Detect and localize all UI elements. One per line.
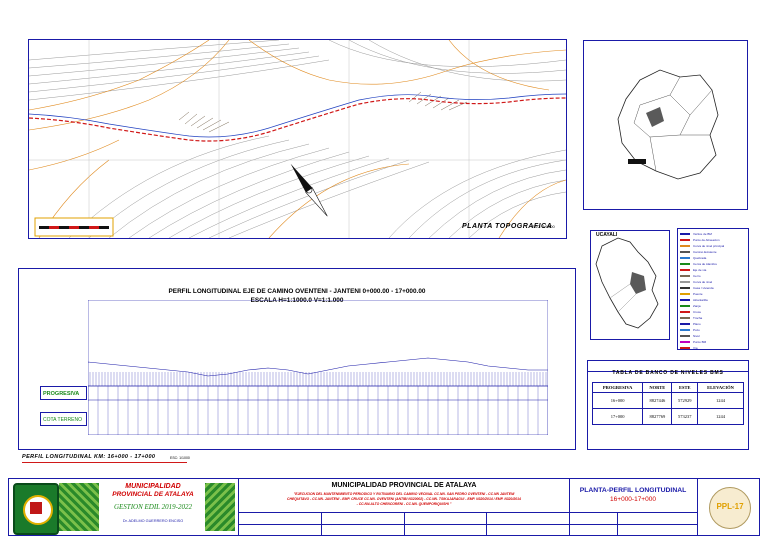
sheet-grid [569, 512, 697, 536]
project-line-1: "EJECUCION DEL MANTENIMIENTO PERIODICO Y… [293, 492, 515, 496]
mayor-name: Dr. ADELMO GUERRERO ENCISO [122, 519, 184, 523]
profile-row-labels: PROGRESIVA COTA TERRENO [40, 386, 88, 436]
sheet-grid-line [569, 524, 697, 525]
sheet-code-badge: PPL-17 [709, 487, 751, 529]
municipality-panel: MUNICIPALIDAD PROVINCIAL DE ATALAYA GEST… [9, 479, 237, 535]
bm-table-header: ESTE [671, 382, 698, 393]
profile-title: PERFIL LONGITUDINAL EJE DE CAMINO OVENTE… [168, 288, 426, 295]
caption-underline [22, 462, 187, 463]
logo-mosaic-left [59, 483, 99, 531]
table-cell: 1244 [696, 408, 745, 425]
info-divider [404, 513, 405, 536]
sheet-block: PLANTA-PERFIL LONGITUDINAL 16+000-17+000… [569, 479, 759, 536]
sheet-number-divider [697, 479, 698, 535]
table-cell: 573237 [671, 408, 698, 425]
table-cell: 8827769 [642, 408, 673, 425]
main-title: MUNICIPALIDAD PROVINCIAL DE ATALAYA [331, 482, 477, 489]
bm-table-header: NORTE [642, 382, 673, 393]
municipal-shield [13, 483, 59, 535]
info-divider [321, 513, 322, 536]
row-label-cota: COTA TERRENO [40, 412, 87, 426]
bm-table-title: TABLA DE BANCO DE NIVELES BMS [588, 361, 748, 376]
legend: Vértice de BM Punto de Alineación Curva … [680, 231, 748, 351]
bm-table-header-row: PROGRESIVA NORTE ESTE ELEVACIÓN [591, 382, 745, 393]
gestion-text: GESTION EDIL 2019-2022 [113, 503, 193, 511]
info-grid [239, 512, 569, 536]
bm-table-header: ELEVACIÓN [696, 382, 745, 393]
peru-map-label: UCAYALI [596, 232, 618, 238]
table-cell: 1244 [696, 392, 745, 409]
bm-table-header: PROGRESIVA [591, 382, 644, 393]
table-cell: 17+000 [591, 408, 644, 425]
peru-map [595, 237, 659, 329]
logo-mosaic-right [205, 483, 235, 531]
topographic-plan [29, 40, 566, 238]
row-label-progresiva: PROGRESIVA [40, 386, 87, 400]
legend-item: Vía [680, 345, 748, 351]
shield-core [30, 502, 42, 514]
table-cell: 8827446 [642, 392, 673, 409]
municipality-name-1: MUNICIPALIDAD [125, 483, 181, 490]
sheet-range: 16+000-17+000 [610, 496, 656, 503]
district-map [617, 69, 719, 180]
profile-caption: PERFIL LONGITUDINAL KM: 16+000 - 17+000 [22, 454, 156, 460]
bm-table: PROGRESIVA NORTE ESTE ELEVACIÓN 16+000 8… [591, 382, 745, 425]
bm-table-title-text: TABLA DE BANCO DE NIVELES BMS [612, 370, 724, 376]
profile-caption-scale: ESC: 1/1000 [170, 456, 190, 460]
profile-graph [88, 300, 548, 435]
table-row: 17+000 8827769 573237 1244 [591, 408, 745, 425]
municipality-name-2: PROVINCIAL DE ATALAYA [112, 491, 194, 498]
sheet-title: PLANTA-PERFIL LONGITUDINAL [579, 487, 687, 494]
table-cell: 572929 [671, 392, 698, 409]
title-center: MUNICIPALIDAD PROVINCIAL DE ATALAYA "EJE… [238, 479, 570, 536]
sheet-grid-line [617, 513, 618, 536]
project-line-3: - CC.NN.ALTO CHENCORENI - CC.NN. QUEMPOR… [356, 502, 452, 506]
sheet-code: PPL-17 [716, 502, 744, 511]
plan-scale: ESC: 1/1000 [532, 224, 555, 229]
table-row: 16+000 8827446 572929 1244 [591, 392, 745, 409]
project-line-2: CHEQUITAVO - CC.NN. JANTENI - EMP. CRUCE… [287, 497, 521, 501]
info-divider [486, 513, 487, 536]
table-cell: 16+000 [591, 392, 644, 409]
